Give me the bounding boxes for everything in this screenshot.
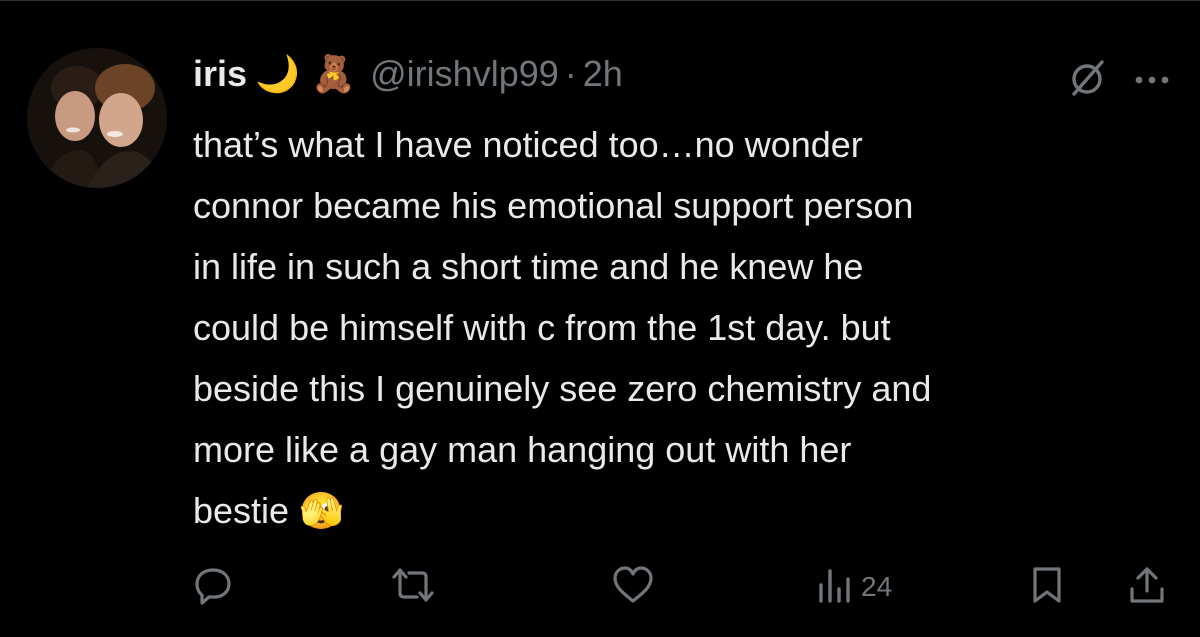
bookmark-button[interactable] [1029, 565, 1065, 609]
share-icon [1127, 565, 1167, 610]
avatar[interactable] [27, 48, 167, 188]
like-icon [611, 565, 655, 610]
tweet-body-line: more like a gay man hanging out with her [193, 429, 852, 470]
reply-button[interactable] [193, 565, 233, 609]
top-divider [0, 0, 1200, 1]
share-button[interactable] [1127, 565, 1167, 609]
bookmark-icon [1029, 565, 1065, 610]
tweet-body-line: in life in such a short time and he knew… [193, 246, 864, 287]
views-button[interactable]: 24 [817, 565, 892, 609]
more-icon[interactable] [1134, 72, 1170, 90]
views-icon [817, 565, 853, 610]
tweet-body-line: that’s what I have noticed too…no wonder [193, 124, 863, 165]
tweet-header: iris 🌙 🧸 @irishvlp99 · 2h [193, 52, 623, 96]
retweet-icon [391, 565, 435, 610]
avatar-image [27, 48, 167, 188]
user-handle[interactable]: @irishvlp99 [370, 53, 559, 95]
tweet-body-last-line: bestie 🫣 [193, 480, 1183, 541]
face-with-open-eyes-hand-emoji: 🫣 [299, 490, 344, 531]
tweet-body-line: could be himself with c from the 1st day… [193, 307, 891, 348]
tweet-body: that’s what I have noticed too…no wonder… [193, 114, 1183, 541]
tweet-body-line: bestie [193, 490, 290, 531]
views-count: 24 [861, 571, 893, 602]
timestamp[interactable]: 2h [583, 53, 623, 95]
header-actions [1068, 58, 1170, 103]
retweet-button[interactable] [391, 565, 435, 609]
display-name[interactable]: iris [193, 53, 247, 95]
grok-icon[interactable] [1068, 58, 1108, 103]
tweet-body-line: connor became his emotional support pers… [193, 185, 914, 226]
tweet-body-line: beside this I genuinely see zero chemist… [193, 368, 932, 409]
name-emojis: 🌙 🧸 [255, 54, 357, 95]
reply-icon [193, 565, 233, 610]
separator-dot: · [564, 53, 577, 94]
like-button[interactable] [611, 565, 655, 609]
action-bar: 24 [193, 565, 1173, 609]
